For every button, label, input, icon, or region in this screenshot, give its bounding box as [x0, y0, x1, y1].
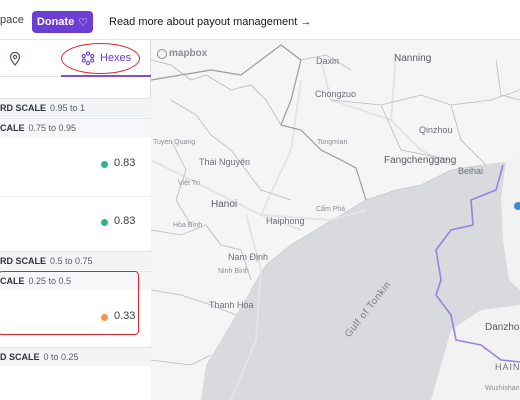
scale-range: 0.95 to 1	[50, 103, 86, 113]
scale-section-header: CALE 0.75 to 0.95	[0, 118, 151, 137]
map-label-daxin: Daxin	[316, 56, 340, 66]
map-label-viet-tri: Việt Trì	[178, 180, 201, 187]
map-label-cam-pha: Cẩm Phả	[316, 206, 346, 213]
map-label-thai-nguyen: Thái Nguyên	[199, 157, 251, 167]
map-label-nanning: Nanning	[394, 53, 432, 64]
heart-icon: ♡	[78, 16, 89, 29]
map-label-hain: HAIN	[495, 362, 520, 372]
map-label-tongmian: Tongmian	[317, 139, 348, 146]
payout-management-link[interactable]: Read more about payout management →	[109, 16, 311, 28]
map-label-tuyen-quang: Tuyen Quang	[153, 139, 196, 146]
map-label-thanh-hoa: Thanh Hóa	[209, 300, 254, 310]
score-dot	[101, 219, 108, 226]
map-label-ninh-binh: Ninh Bình	[218, 268, 249, 275]
scale-range: 0.75 to 0.95	[28, 123, 77, 133]
map-label-danzhou: Danzho	[485, 322, 520, 333]
map-label-qinzhou: Qinzhou	[419, 125, 453, 135]
scale-section-header: D SCALE 0 to 0.25	[0, 347, 151, 366]
donate-button[interactable]: Donate ♡	[32, 11, 93, 33]
highlight-ellipse	[61, 43, 140, 74]
map-label-beihai: Beihai	[458, 166, 484, 176]
hex-list-item[interactable]: 0.83	[0, 196, 151, 250]
map-label-fangchenggang: Fangchenggang	[384, 155, 457, 166]
scale-title: RD SCALE	[0, 103, 47, 113]
map-label-chongzuo: Chongzuo	[315, 89, 357, 99]
score-dot	[101, 161, 108, 168]
topbar-partial-text: pace	[0, 14, 24, 26]
hex-score: 0.83	[114, 215, 136, 227]
map-label-haiphong: Haiphong	[266, 216, 305, 226]
mapbox-attribution[interactable]: mapbox	[157, 48, 207, 59]
scale-title: D SCALE	[0, 352, 40, 362]
location-pin-icon	[9, 51, 21, 66]
mapbox-text: mapbox	[169, 48, 208, 59]
map-label-hanoi: Hanoi	[211, 199, 238, 210]
scale-section-header: RD SCALE 0.5 to 0.75	[0, 251, 151, 270]
hex-score: 0.83	[114, 157, 136, 169]
sidebar: Hexes RD SCALE 0.95 to 1 CALE 0.75 to 0.95…	[0, 40, 151, 400]
scale-range: 0 to 0.25	[43, 352, 79, 362]
donate-label: Donate	[36, 16, 75, 28]
scale-title: RD SCALE	[0, 256, 47, 266]
hex-list-item[interactable]	[0, 367, 151, 400]
hex-list-item[interactable]: 0.83	[0, 137, 151, 195]
tab-location[interactable]	[8, 51, 22, 67]
map-label-nam-dinh: Nam Định	[228, 252, 269, 262]
scale-section-header: RD SCALE 0.95 to 1	[0, 98, 151, 117]
map-view[interactable]: mapbox Daxin Nanning Chongzuo Qinzhou To…	[151, 40, 520, 400]
map-label-wuzhishan: Wuzhishan	[485, 385, 520, 392]
highlight-box	[0, 271, 139, 335]
scale-range: 0.5 to 0.75	[50, 256, 93, 266]
map-label-hoa-binh: Hòa Bình	[173, 222, 203, 229]
top-bar: pace Donate ♡ Read more about payout man…	[0, 0, 520, 40]
scale-title: CALE	[0, 123, 25, 133]
mapbox-logo-icon	[157, 48, 167, 59]
